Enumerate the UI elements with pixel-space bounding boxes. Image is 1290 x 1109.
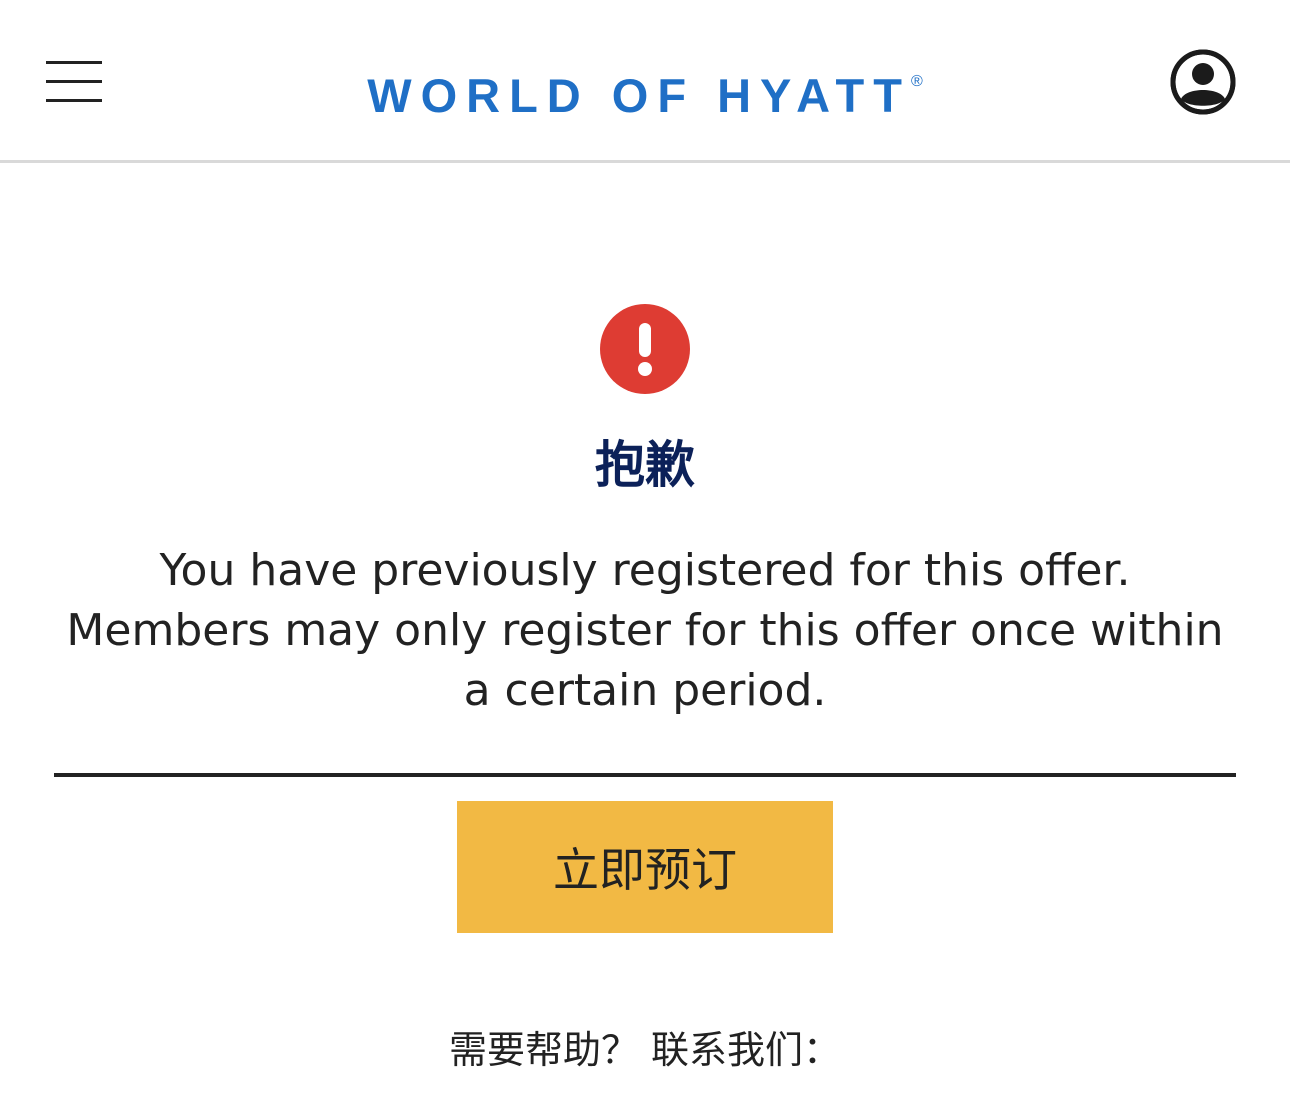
help-contact-text: 需要帮助？ 联系我们：	[448, 1028, 842, 1072]
section-divider	[54, 773, 1236, 777]
exclamation-circle-icon	[599, 303, 691, 395]
error-title: 抱歉	[595, 436, 695, 494]
registered-mark: ®	[910, 73, 923, 90]
top-header: WORLD OF HYATT®	[0, 0, 1290, 163]
user-account-icon[interactable]	[1169, 48, 1237, 116]
error-message: You have previously registered for this …	[66, 545, 1224, 716]
book-now-button[interactable]: 立即预订	[457, 801, 833, 933]
brand-logo[interactable]: WORLD OF HYATT®	[0, 52, 1290, 126]
brand-name: WORLD OF HYATT	[367, 69, 911, 122]
